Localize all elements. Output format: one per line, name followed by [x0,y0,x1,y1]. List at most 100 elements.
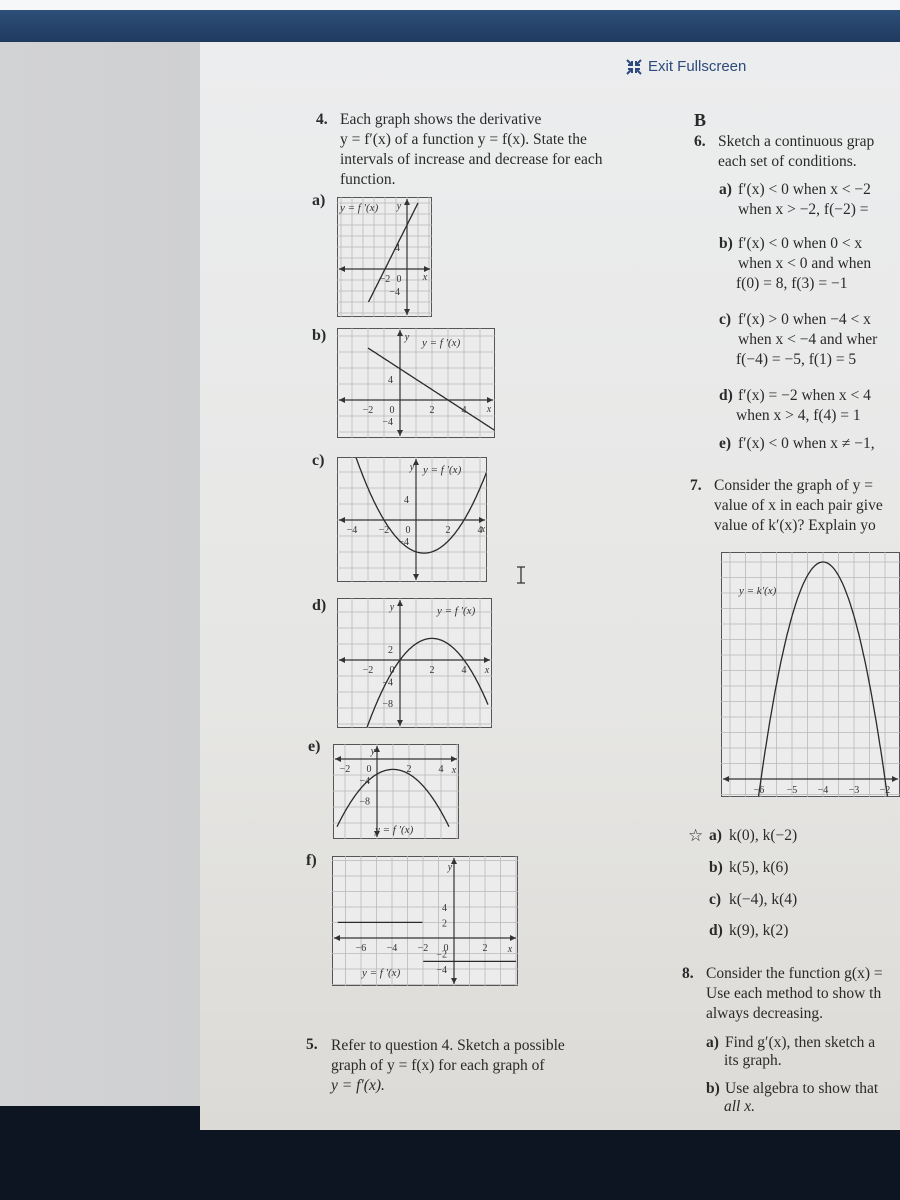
x-axis-label: x [507,944,513,955]
x-tick-label: 4 [462,405,467,416]
x-tick-label: −6 [754,785,765,796]
curve-label: y = f ′(x) [374,824,414,836]
graph-canvas: −4 −2 0 2 44−4xy y = f ′(x) [337,457,487,582]
q8-line-2: Use each method to show th [706,985,882,1002]
x-tick-label: 2 [430,665,435,676]
left-margin-panel [0,42,200,1107]
q6b-label: b) [719,235,733,252]
x-tick-label: 0 [397,274,402,285]
y-axis-label: y [396,201,402,212]
x-axis-label: x [484,665,490,676]
q6d-line-1: f′(x) = −2 when x < 4 [738,387,871,404]
q4-line-4: function. [340,171,396,188]
graph-q7-kprime: y = k′(x) −6 −5 −4 −3 −2 [721,552,900,797]
x-tick-label: −2 [340,764,351,775]
q7b-text: k(5), k(6) [729,859,789,876]
x-tick-label: 0 [390,405,395,416]
x-tick-label: 0 [406,525,411,536]
monitor-bezel-bottom [0,1130,900,1200]
q6c-line-3: f(−4) = −5, f(1) = 5 [736,351,857,368]
exit-fullscreen-button[interactable]: Exit Fullscreen [626,58,746,75]
y-tick-label: −8 [382,699,393,710]
y-tick-label: 2 [442,918,447,929]
q4e-label: e) [308,738,321,755]
compress-arrows-icon [626,58,642,75]
q8a-line-2: its graph. [724,1052,782,1069]
q5-line-1: Refer to question 4. Sketch a possible [331,1037,565,1054]
q6b-line-2: when x < 0 and when [738,255,872,272]
x-axis-label: x [486,404,492,415]
q4b-label: b) [312,327,327,344]
q6a-line-1: f′(x) < 0 when x < −2 [738,181,871,198]
y-tick-label: −2 [436,950,447,961]
x-tick-label: −3 [849,785,860,796]
graph-canvas: −2 0 2 4 −4 −8 x y y = f ′(x) [333,744,459,839]
y-tick-label: −4 [359,776,370,787]
y-axis-label: y [447,862,453,873]
y-tick-label: −4 [436,965,447,976]
q5-number: 5. [306,1036,318,1053]
q7c-label: c) [709,891,722,908]
q7b-label: b) [709,859,723,876]
x-tick-label: 2 [430,405,435,416]
q6c-line-1: f′(x) > 0 when −4 < x [738,311,871,328]
x-tick-label: −2 [380,274,391,285]
q8b-line-2: all x. [724,1098,755,1115]
y-tick-label: −4 [382,417,393,428]
graph-4d: −2 0 2 4 2 −4 −8 x y y = f ′(x) [337,598,492,728]
y-tick-label: 4 [404,495,409,506]
x-tick-label: −2 [880,785,891,796]
q5-line-2: graph of y = f(x) for each graph of [331,1057,545,1074]
curve-label: y = f ′(x) [361,967,401,979]
graph-4b: −2 0 2 4 4 −4 x y y = f ′(x) [337,328,495,438]
y-tick-label: −4 [382,678,393,689]
x-tick-label: 2 [446,525,451,536]
q6b-line-1: f′(x) < 0 when 0 < x [738,235,863,252]
q4f-label: f) [306,852,317,869]
q7-line-3: value of k′(x)? Explain yo [714,517,876,534]
y-axis-label: y [370,746,376,757]
q6c-label: c) [719,311,732,328]
q4d-label: d) [312,597,327,614]
q4c-label: c) [312,452,325,469]
graph-4e: −2 0 2 4 −4 −8 x y y = f ′(x) [333,744,459,839]
x-axis-label: x [422,272,428,283]
q4-line-1: Each graph shows the derivative [340,111,542,128]
curve-label: y = f ′(x) [421,337,461,349]
x-tick-label: −2 [363,665,374,676]
q7-number: 7. [690,477,702,494]
q4a-label: a) [312,192,326,209]
q6b-line-3: f(0) = 8, f(3) = −1 [736,275,848,292]
graph-4a: −2 0 4 −4 x y y = f ′(x) [337,197,432,317]
q7-line-1: Consider the graph of y = [714,477,873,494]
star-icon: ☆ [688,826,704,845]
x-tick-label: 2 [407,764,412,775]
curve-label: y = f ′(x) [436,605,476,617]
x-tick-label: −4 [347,525,358,536]
x-tick-label: −2 [379,525,390,536]
graph-canvas: −6 −4 −2 0 242−2−4xyy = f ′(x) [332,856,518,986]
q6d-line-2: when x > 4, f(4) = 1 [736,407,861,424]
x-axis-label: x [480,524,486,535]
q8-line-3: always decreasing. [706,1005,824,1022]
q8a-label: a) [706,1034,719,1051]
q6-number: 6. [694,133,706,150]
text-cursor-ibeam [516,566,526,584]
q6a-line-2: when x > −2, f(−2) = [738,201,869,218]
y-tick-label: 4 [442,903,447,914]
q8-line-1: Consider the function g(x) = [706,965,883,982]
q4-line-2: y = f′(x) of a function y = f(x). State … [340,131,587,148]
q6d-label: d) [719,387,733,404]
graph-4f: −6 −4 −2 0 2 4 2 −2 −4 x y y = f ′(x) [332,856,518,986]
y-axis-label: y [389,602,395,613]
q6e-line-1: f′(x) < 0 when x ≠ −1, [738,435,875,452]
x-tick-label: 4 [462,665,467,676]
x-tick-label: −6 [356,943,367,954]
x-tick-label: −4 [818,785,829,796]
graph-canvas: y = k′(x) −6 −5 −4 −3 −2 [721,552,900,797]
q7d-label: d) [709,922,723,939]
q6c-line-2: when x < −4 and wher [738,331,878,348]
x-tick-label: −2 [363,405,374,416]
y-tick-label: 4 [388,375,393,386]
y-tick-label: −8 [359,797,370,808]
